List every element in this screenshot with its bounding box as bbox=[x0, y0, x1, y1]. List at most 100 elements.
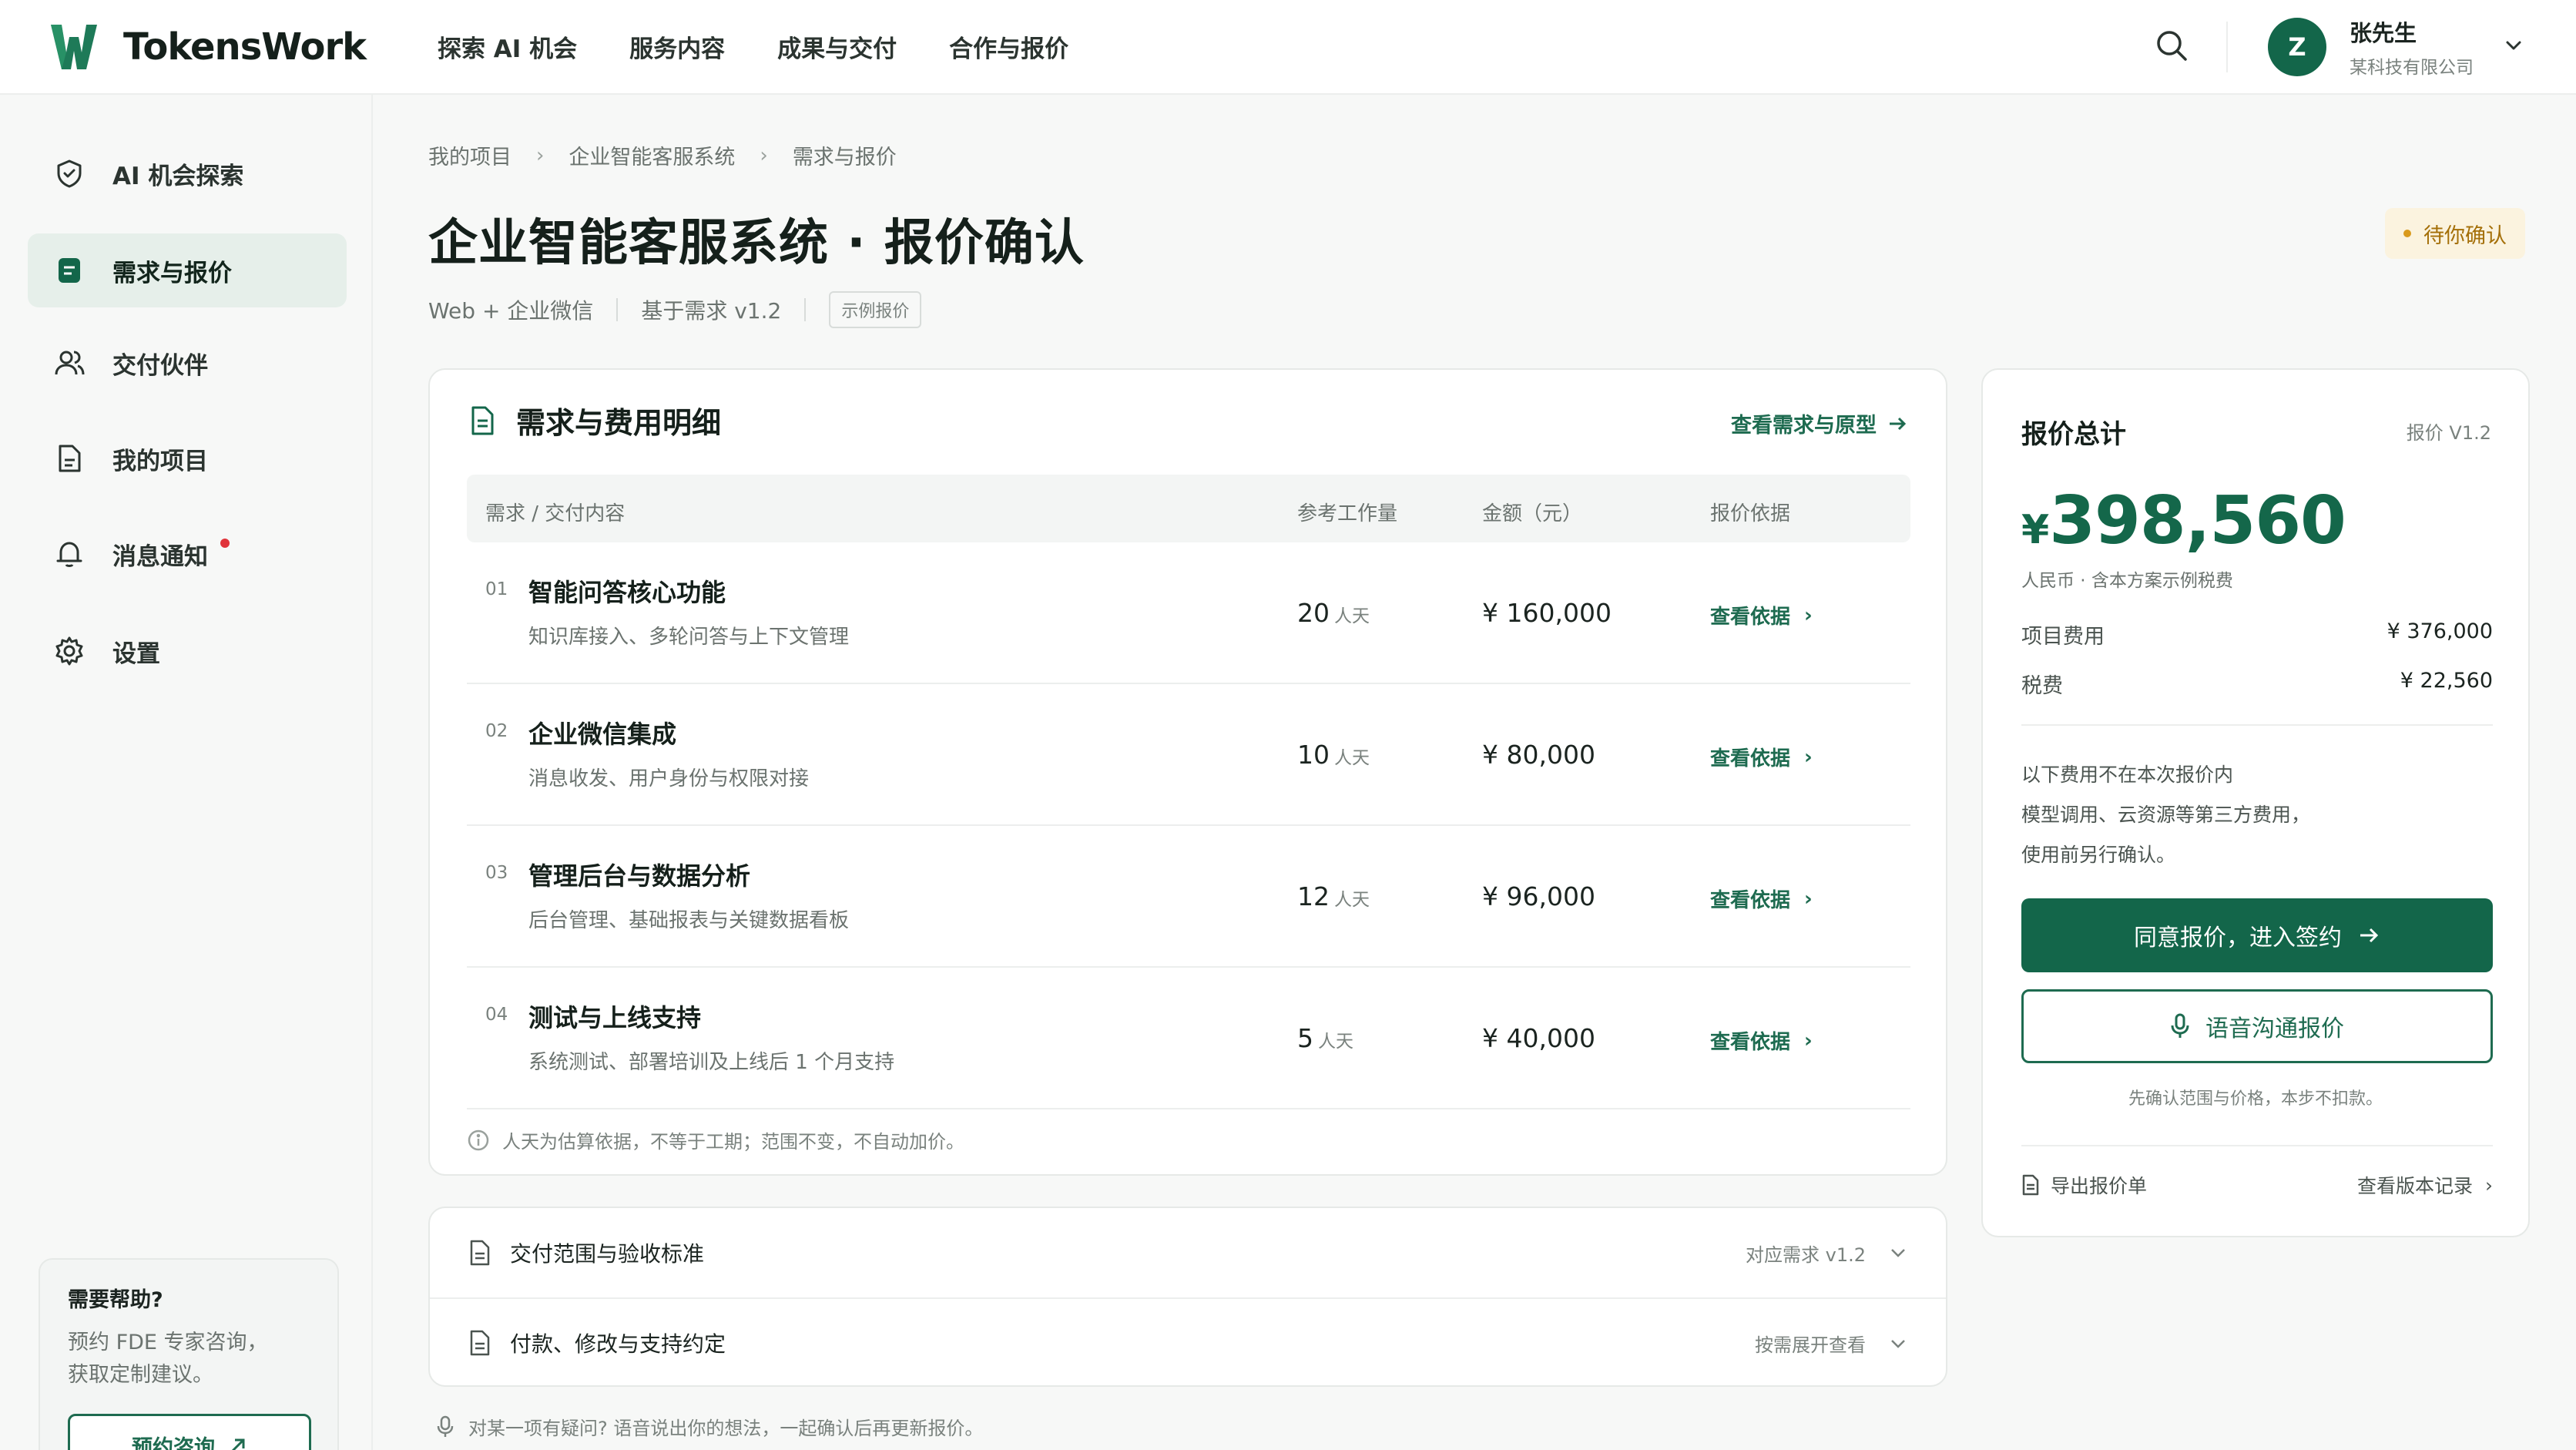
view-basis-link[interactable]: 查看依据 › bbox=[1710, 601, 1813, 629]
document-icon bbox=[2022, 1174, 2039, 1196]
row-amount: ¥ 160,000 bbox=[1482, 598, 1612, 628]
sidebar-item-notifications[interactable]: 消息通知 bbox=[28, 517, 347, 591]
workload-value: 10 bbox=[1297, 740, 1330, 770]
main-nav: 探索 AI 机会 服务内容 成果与交付 合作与报价 bbox=[438, 29, 1121, 64]
nav-pricing[interactable]: 合作与报价 bbox=[949, 29, 1068, 64]
help-title: 需要帮助? bbox=[68, 1288, 163, 1312]
no-charge-hint: 先确认范围与价格，本步不扣款。 bbox=[2128, 1089, 2383, 1109]
workload-value: 12 bbox=[1297, 881, 1330, 911]
chevron-down-icon[interactable] bbox=[2502, 34, 2525, 57]
sidebar-item-my-projects[interactable]: 我的项目 bbox=[28, 421, 347, 495]
arrow-right-icon bbox=[2360, 928, 2379, 943]
book-consultation-button[interactable]: 预约咨询 bbox=[68, 1414, 311, 1450]
row-title: 智能问答核心功能 bbox=[528, 578, 726, 607]
export-quote-link[interactable]: 导出报价单 bbox=[2021, 1171, 2147, 1199]
user-name: 张先生 bbox=[2350, 20, 2417, 46]
divider bbox=[2021, 1145, 2493, 1146]
exclusions-line: 以下费用不在本次报价内 bbox=[2021, 764, 2234, 786]
breadcrumb-project[interactable]: 企业智能客服系统 bbox=[569, 140, 735, 170]
status-dot bbox=[2403, 230, 2411, 237]
status-label: 待你确认 bbox=[2423, 223, 2507, 248]
voice-negotiate-label: 语音沟通报价 bbox=[2205, 1015, 2344, 1042]
collapsible-sections: 交付范围与验收标准 对应需求 v1.2 付款、修改与支持约定 按需展开查看 bbox=[428, 1207, 1947, 1387]
chevron-down-icon bbox=[1891, 1249, 1905, 1257]
brand-name: TokensWork bbox=[123, 25, 367, 69]
users-icon bbox=[52, 346, 86, 380]
quote-footer: 导出报价单 查看版本记录 › bbox=[2021, 1171, 2493, 1199]
logo-mark-icon bbox=[48, 22, 100, 72]
chevron-right-icon: › bbox=[1804, 603, 1813, 627]
help-card: 需要帮助? 预约 FDE 专家咨询， 获取定制建议。 预约咨询 bbox=[39, 1258, 339, 1450]
card-title: 需求与费用明细 bbox=[516, 406, 722, 440]
view-basis-link[interactable]: 查看依据 › bbox=[1710, 743, 1813, 771]
nav-results[interactable]: 成果与交付 bbox=[777, 29, 897, 64]
row-description: 后台管理、基础报表与关键数据看板 bbox=[528, 909, 850, 932]
total-subtitle: 人民币 · 含本方案示例税费 bbox=[2021, 571, 2233, 591]
sidebar-item-partners[interactable]: 交付伙伴 bbox=[28, 326, 347, 400]
view-requirements-label: 查看需求与原型 bbox=[1731, 414, 1877, 438]
collapsible-payment-terms[interactable]: 付款、修改与支持约定 按需展开查看 bbox=[430, 1297, 1946, 1387]
exclusions-note: 以下费用不在本次报价内 模型调用、云资源等第三方费用， 使用前另行确认。 bbox=[2021, 755, 2310, 875]
sidebar-item-label: 我的项目 bbox=[112, 447, 208, 475]
view-requirements-link[interactable]: 查看需求与原型 bbox=[1731, 408, 1907, 438]
voice-feedback-text: 对某一项有疑问? 语音说出你的想法，一起确认后再更新报价。 bbox=[468, 1418, 984, 1439]
row-number: 01 bbox=[485, 579, 508, 599]
sidebar-item-label: 设置 bbox=[112, 639, 160, 668]
nav-services[interactable]: 服务内容 bbox=[629, 29, 725, 64]
exclusions-line: 使用前另行确认。 bbox=[2021, 844, 2176, 866]
row-number: 02 bbox=[485, 721, 508, 741]
row-amount: ¥ 96,000 bbox=[1482, 881, 1595, 911]
breadcrumb-current: 需求与报价 bbox=[792, 146, 897, 170]
row-title: 管理后台与数据分析 bbox=[528, 861, 751, 891]
view-basis-link[interactable]: 查看依据 › bbox=[1710, 1026, 1813, 1055]
microphone-icon bbox=[2171, 1013, 2189, 1038]
line-label: 项目费用 bbox=[2021, 625, 2105, 649]
workload-unit: 人天 bbox=[1318, 1032, 1353, 1052]
brand-logo[interactable]: TokensWork bbox=[48, 22, 367, 72]
view-basis-link[interactable]: 查看依据 › bbox=[1710, 884, 1813, 913]
quote-total: ¥ 398,560 bbox=[2021, 482, 2346, 559]
sidebar-item-ai-explore[interactable]: AI 机会探索 bbox=[28, 136, 347, 210]
project-meta: Web + 企业微信 基于需求 v1.2 示例报价 bbox=[428, 291, 922, 328]
microphone-icon bbox=[437, 1415, 454, 1437]
voice-negotiate-button[interactable]: 语音沟通报价 bbox=[2021, 989, 2493, 1063]
avatar: Z bbox=[2268, 18, 2326, 76]
sidebar-item-label: AI 机会探索 bbox=[112, 162, 244, 190]
help-desc-line: 预约 FDE 专家咨询， bbox=[68, 1331, 268, 1354]
meta-platform: Web + 企业微信 bbox=[428, 298, 594, 324]
row-workload: 5 人天 bbox=[1297, 1023, 1353, 1053]
line-value: ¥ 376,000 bbox=[2386, 619, 2493, 643]
notification-dot bbox=[220, 539, 230, 548]
quote-summary-card: 报价总计 报价 V1.2 ¥ 398,560 人民币 · 含本方案示例税费 项目… bbox=[1981, 368, 2530, 1237]
card-header: 需求与费用明细 bbox=[468, 399, 721, 441]
workload-note: 人天为估算依据，不等于工期；范围不变，不自动加价。 bbox=[467, 1126, 964, 1153]
search-icon[interactable] bbox=[2154, 28, 2189, 63]
accept-quote-button[interactable]: 同意报价，进入签约 bbox=[2021, 898, 2493, 972]
quote-title: 报价总计 bbox=[2021, 419, 2126, 450]
row-number: 04 bbox=[485, 1005, 508, 1025]
line-label: 税费 bbox=[2021, 674, 2063, 698]
chevron-right-icon: › bbox=[536, 143, 545, 167]
export-quote-label: 导出报价单 bbox=[2051, 1175, 2148, 1197]
info-icon bbox=[468, 1129, 489, 1150]
chevron-down-icon bbox=[1891, 1340, 1905, 1348]
divider bbox=[2021, 724, 2493, 726]
quote-line-project-fee: 项目费用 ¥ 376,000 bbox=[2021, 619, 2493, 649]
help-description: 预约 FDE 专家咨询， 获取定制建议。 bbox=[68, 1327, 310, 1391]
view-basis-label: 查看依据 bbox=[1710, 889, 1791, 912]
workload-value: 5 bbox=[1297, 1023, 1313, 1053]
version-history-link[interactable]: 查看版本记录 › bbox=[2357, 1171, 2493, 1199]
user-menu[interactable]: Z 张先生 某科技有限公司 bbox=[2268, 15, 2474, 79]
nav-explore-ai[interactable]: 探索 AI 机会 bbox=[438, 29, 577, 64]
chevron-right-icon: › bbox=[1804, 887, 1813, 911]
table-row: 04 测试与上线支持 系统测试、部署培训及上线后 1 个月支持 5 人天 ¥ 40… bbox=[467, 968, 1910, 1109]
collapsible-delivery-scope[interactable]: 交付范围与验收标准 对应需求 v1.2 bbox=[430, 1208, 1946, 1297]
total-amount: 398,560 bbox=[2049, 482, 2346, 559]
breadcrumb-my-projects[interactable]: 我的项目 bbox=[428, 140, 512, 170]
sidebar-item-requirements-quote[interactable]: 需求与报价 bbox=[28, 233, 347, 307]
cost-details-card: 需求与费用明细 查看需求与原型 需求 / 交付内容 参考工作量 金额（元） 报价… bbox=[428, 368, 1947, 1176]
workload-unit: 人天 bbox=[1334, 890, 1370, 910]
gear-icon bbox=[52, 634, 86, 668]
sidebar-item-settings[interactable]: 设置 bbox=[28, 614, 347, 688]
help-desc-line: 获取定制建议。 bbox=[68, 1363, 213, 1387]
